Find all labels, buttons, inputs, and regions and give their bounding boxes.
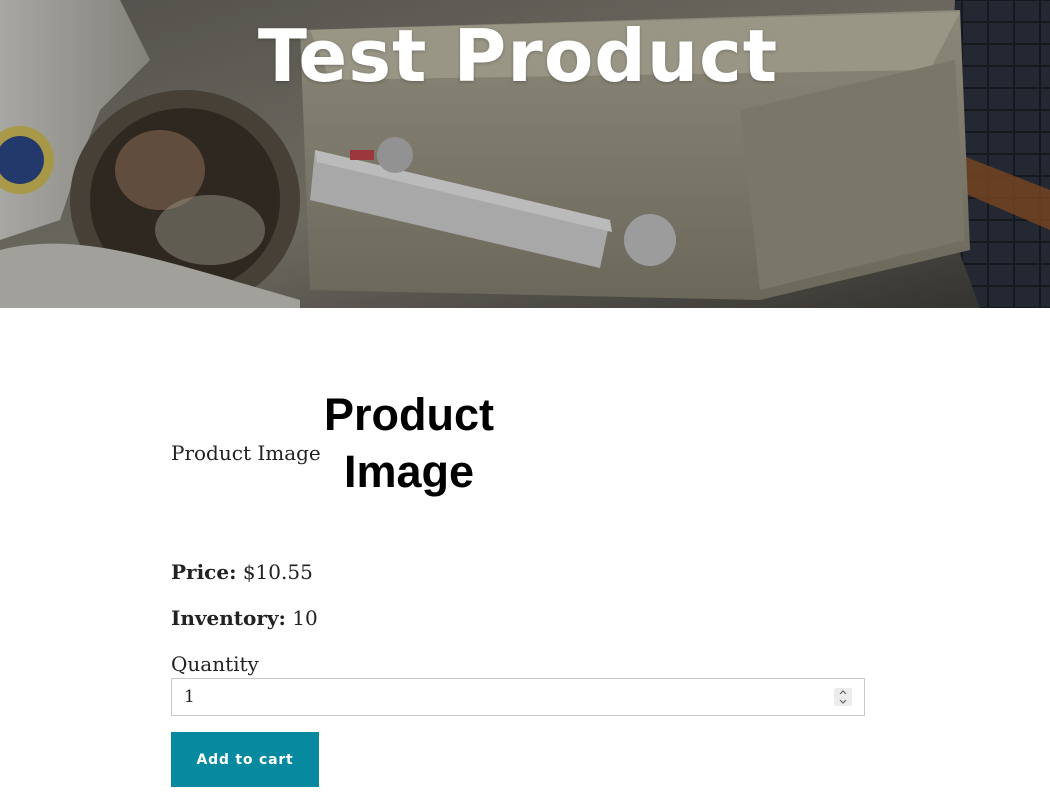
quantity-field[interactable] <box>171 678 865 716</box>
price-value: $10.55 <box>242 560 313 584</box>
price-line: Price: $10.55 <box>171 559 313 585</box>
chevron-up-icon[interactable] <box>834 688 852 697</box>
product-image-placeholder: Product Image <box>323 389 494 497</box>
product-image-row: Product Image Product Image <box>171 386 865 506</box>
quantity-input[interactable] <box>172 679 822 715</box>
product-image-alt-text: Product Image <box>171 441 321 465</box>
quantity-label: Quantity <box>171 652 259 676</box>
page-title: Test Product <box>257 14 779 98</box>
inventory-label: Inventory: <box>171 606 286 630</box>
chevron-down-icon[interactable] <box>834 697 852 706</box>
add-to-cart-button[interactable]: Add to cart <box>171 732 319 787</box>
quantity-stepper[interactable] <box>834 688 852 706</box>
hero-banner: Test Product <box>0 0 1050 308</box>
price-label: Price: <box>171 560 237 584</box>
inventory-value: 10 <box>292 606 318 630</box>
inventory-line: Inventory: 10 <box>171 605 318 631</box>
